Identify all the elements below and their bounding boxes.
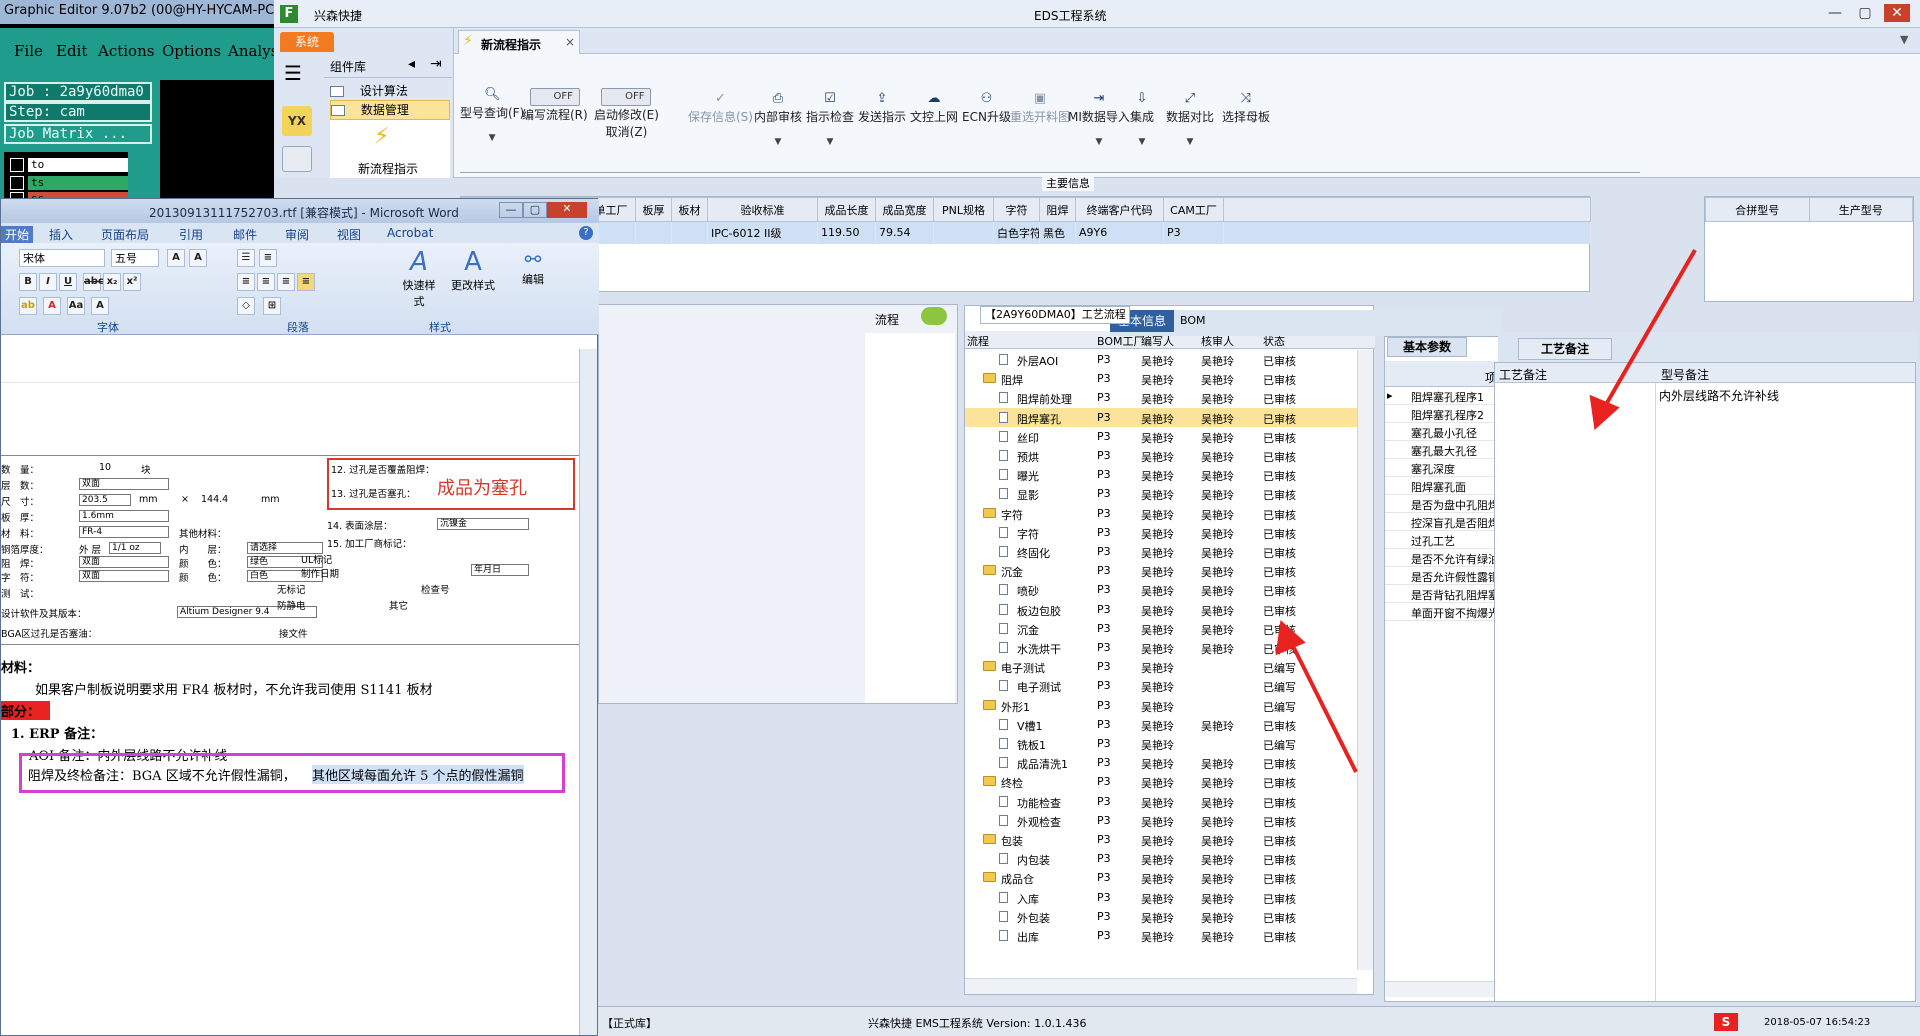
arrow-icon — [1275, 249, 1697, 773]
red-arrows-overlay — [1275, 249, 1697, 773]
process-flow-title: 【2A9Y60DMA0】工艺流程 — [980, 306, 1130, 324]
